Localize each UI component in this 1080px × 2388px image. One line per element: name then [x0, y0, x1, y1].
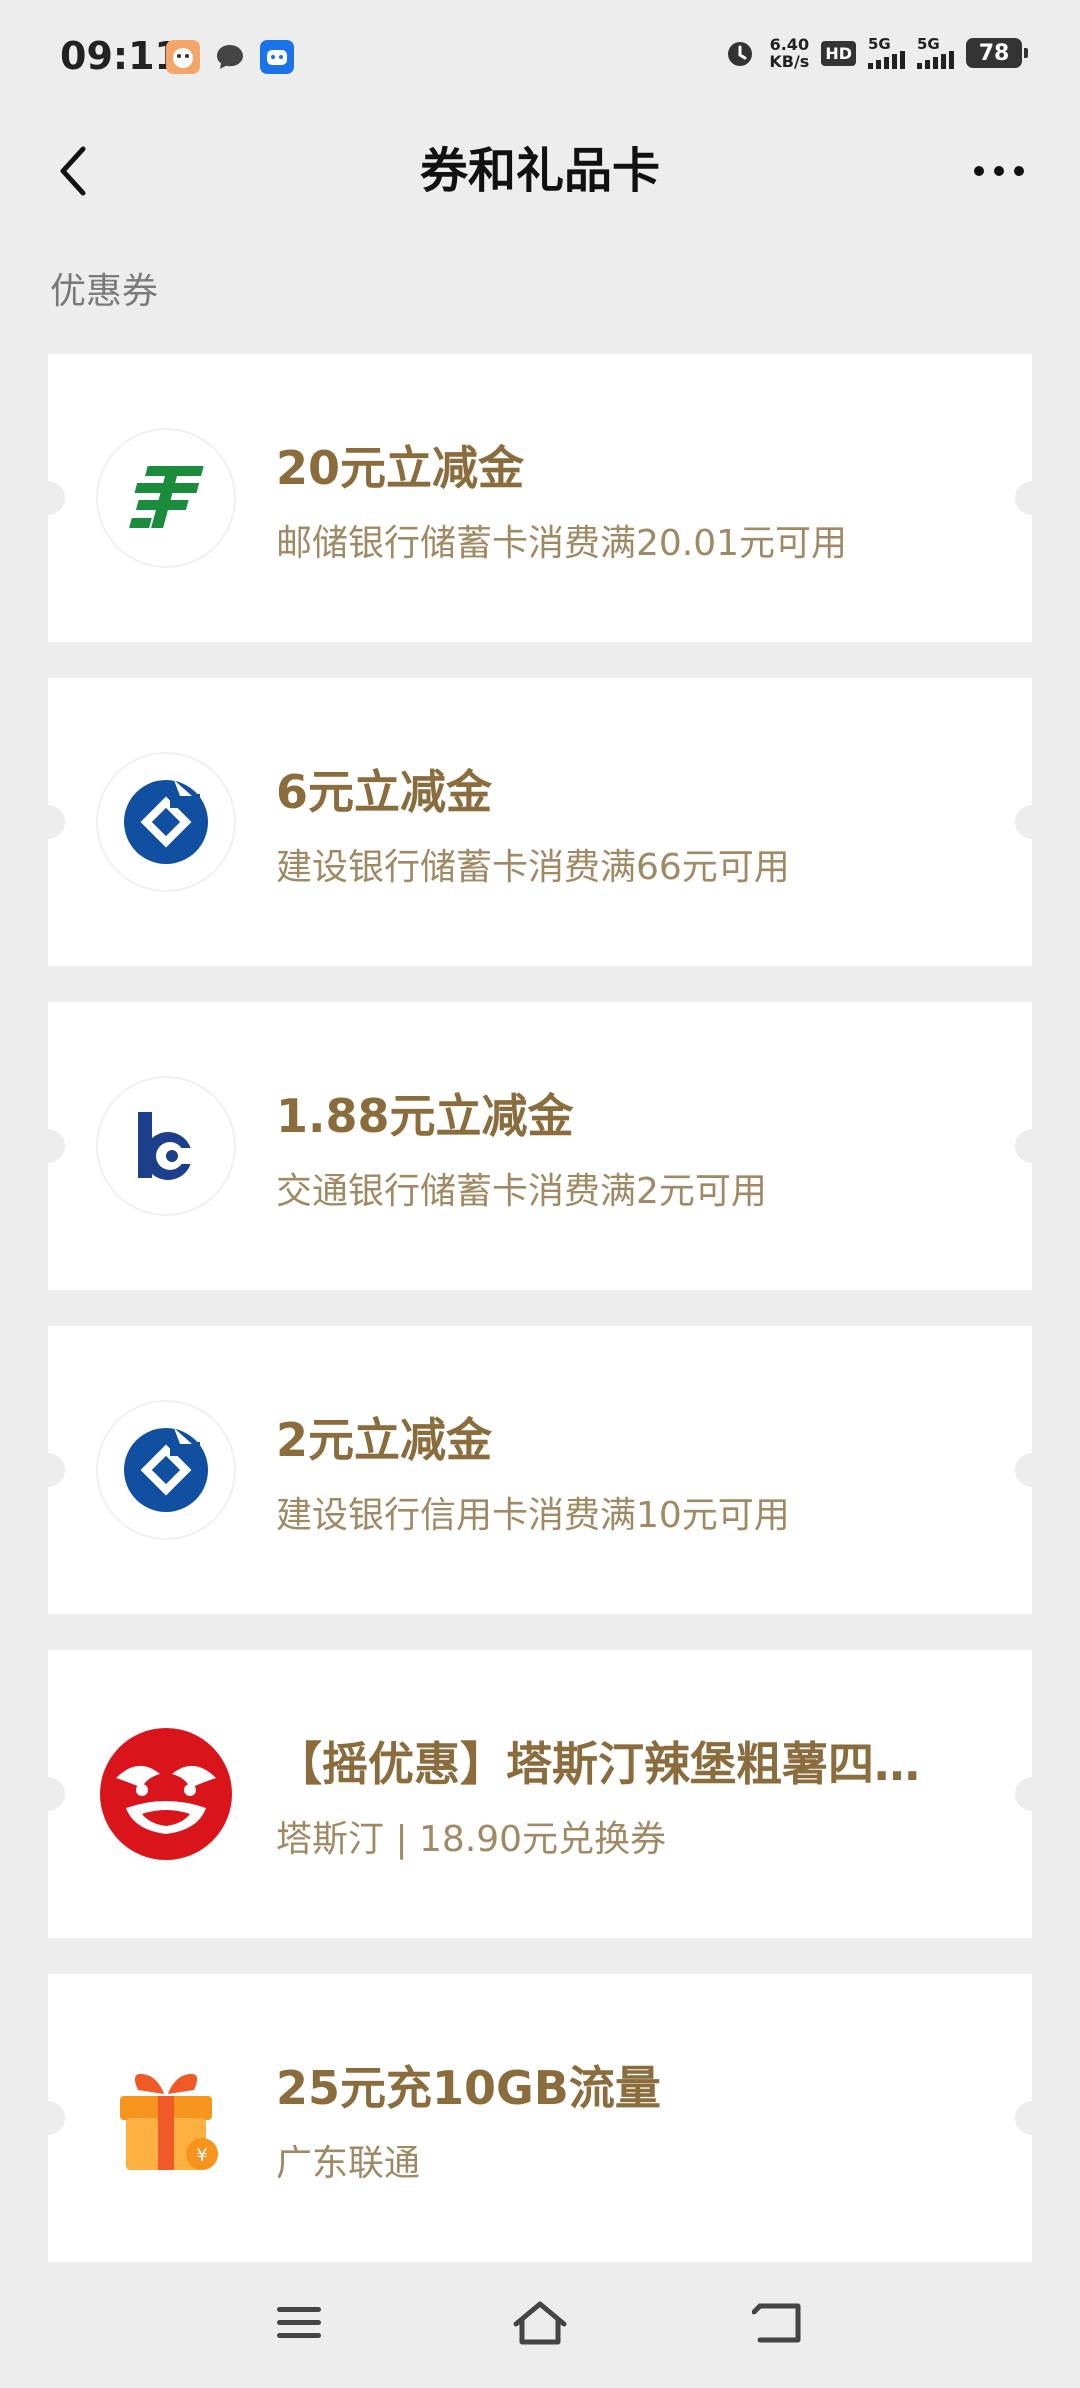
- coupon-title: 6元立减金: [276, 765, 493, 819]
- sim2-network-type: 5G: [917, 35, 940, 53]
- sim2-signal-icon: 5G: [917, 37, 954, 69]
- coupon-card[interactable]: 6元立减金 建设银行储蓄卡消费满66元可用: [31, 678, 1049, 966]
- coupon-title: 【摇优惠】塔斯汀辣堡粗薯四…: [276, 1737, 920, 1791]
- coupon-title: 2元立减金: [276, 1413, 493, 1467]
- coupon-card[interactable]: 1.88元立减金 交通银行储蓄卡消费满2元可用: [31, 1002, 1049, 1290]
- coupon-title: 1.88元立减金: [276, 1089, 574, 1143]
- network-speed-value: 6.40: [769, 35, 810, 54]
- bocom-logo: [98, 1078, 234, 1214]
- menu-icon: [277, 2307, 321, 2338]
- navigation-bar: 券和礼品卡: [0, 110, 1080, 230]
- network-speed-unit: KB/s: [769, 52, 810, 71]
- ccb-logo: [98, 1402, 234, 1538]
- coupon-card[interactable]: ¥ 25元充10GB流量 广东联通: [31, 1974, 1049, 2262]
- card-notch: [1015, 1777, 1049, 1811]
- gift-box-icon: ¥: [98, 2050, 234, 2186]
- coupon-subtitle: 邮储银行储蓄卡消费满20.01元可用: [276, 523, 848, 564]
- card-notch: [1015, 481, 1049, 515]
- robot-app-icon: [260, 40, 294, 74]
- status-bar: 09:11 6.40 KB/s HD 5G 5G 78: [0, 0, 1080, 110]
- battery-level: 78: [978, 40, 1010, 66]
- coupon-subtitle: 建设银行信用卡消费满10元可用: [276, 1495, 790, 1536]
- coupon-card[interactable]: 20元立减金 邮储银行储蓄卡消费满20.01元可用: [31, 354, 1049, 642]
- network-speed: 6.40 KB/s: [769, 36, 809, 70]
- card-notch: [1015, 1129, 1049, 1163]
- coupon-card[interactable]: 2元立减金 建设银行信用卡消费满10元可用: [31, 1326, 1049, 1614]
- sim1-signal-icon: 5G: [868, 37, 905, 69]
- back-nav-button[interactable]: [740, 2288, 820, 2358]
- postal-savings-bank-logo: [98, 430, 234, 566]
- card-notch: [31, 1453, 65, 1487]
- coupon-title: 20元立减金: [276, 441, 525, 495]
- sim1-network-type: 5G: [868, 35, 891, 53]
- alarm-icon: [728, 42, 753, 66]
- coupon-card[interactable]: 【摇优惠】塔斯汀辣堡粗薯四… 塔斯汀 | 18.90元兑换券: [31, 1650, 1049, 1938]
- menu-button[interactable]: [260, 2288, 340, 2358]
- card-notch: [1015, 1453, 1049, 1487]
- card-notch: [31, 1777, 65, 1811]
- more-dot-icon: [1014, 166, 1024, 176]
- page-title: 券和礼品卡: [419, 143, 660, 199]
- system-navigation-bar: [0, 2264, 1080, 2388]
- coupon-subtitle: 广东联通: [276, 2143, 421, 2184]
- system-status-icons: 6.40 KB/s HD 5G 5G 78: [723, 36, 1028, 70]
- card-notch: [31, 1129, 65, 1163]
- message-icon: [217, 45, 243, 69]
- card-notch: [1015, 2101, 1049, 2135]
- more-dot-icon: [994, 166, 1004, 176]
- coupon-subtitle: 交通银行储蓄卡消费满2元可用: [276, 1171, 767, 1212]
- card-notch: [1015, 805, 1049, 839]
- svg-text:¥: ¥: [196, 2145, 207, 2166]
- card-notch: [31, 2101, 65, 2135]
- coupon-title: 25元充10GB流量: [276, 2061, 661, 2115]
- coupon-list: 20元立减金 邮储银行储蓄卡消费满20.01元可用 6元立减金 建设银行储蓄卡消…: [31, 354, 1049, 2298]
- battery-icon: 78: [966, 38, 1028, 68]
- coupon-subtitle: 建设银行储蓄卡消费满66元可用: [276, 847, 790, 888]
- tastien-logo: [98, 1726, 234, 1862]
- app-notification-icon: [166, 40, 200, 74]
- ccb-logo: [98, 754, 234, 890]
- section-title: 优惠券: [50, 271, 159, 312]
- more-options-button[interactable]: [964, 146, 1034, 196]
- card-notch: [31, 481, 65, 515]
- hd-voice-badge: HD: [821, 40, 856, 66]
- home-icon: [513, 2301, 567, 2345]
- coupon-subtitle: 塔斯汀 | 18.90元兑换券: [276, 1819, 667, 1860]
- home-button[interactable]: [500, 2288, 580, 2358]
- status-time: 09:11: [60, 34, 181, 78]
- return-icon: [752, 2303, 801, 2343]
- notification-icons: [166, 40, 294, 74]
- more-dot-icon: [974, 166, 984, 176]
- card-notch: [31, 805, 65, 839]
